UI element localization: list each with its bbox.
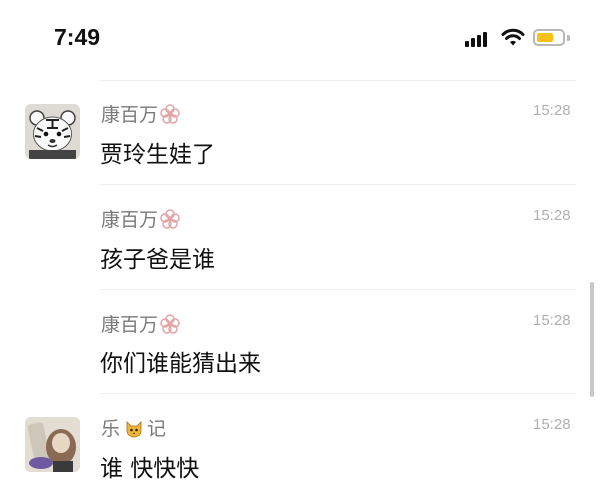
sender-name-label: 康百万 [101, 209, 159, 231]
avatar-leji[interactable] [25, 417, 80, 472]
message-text[interactable]: 你们谁能猜出来 [100, 344, 261, 378]
message-text[interactable]: 贾玲生娃了 [100, 135, 215, 169]
scrollbar[interactable] [590, 282, 594, 397]
tiger-avatar-icon [25, 104, 80, 159]
flower-badge-icon [160, 314, 180, 334]
battery-icon [533, 29, 565, 46]
divider [100, 184, 576, 185]
sender-name-label: 乐 [101, 418, 121, 440]
flower-badge-icon [160, 104, 180, 124]
message-time: 15:28 [533, 102, 571, 119]
sender-name: 乐记 [101, 414, 166, 441]
status-time: 7:49 [54, 24, 101, 50]
message-text[interactable]: 谁 快快快 [100, 449, 199, 483]
battery-cap [567, 35, 570, 41]
wifi-icon [501, 28, 525, 46]
sender-name: 康百万 [101, 205, 180, 232]
cellular-signal-icon [465, 29, 493, 47]
message-time: 15:28 [533, 416, 571, 433]
divider [100, 289, 576, 290]
cat-emoji-icon [126, 421, 142, 438]
avatar-kangbaiwan[interactable] [25, 104, 80, 159]
photo-avatar-icon [25, 417, 80, 472]
status-bar: 7:49 [0, 0, 600, 78]
sender-name-suffix: 记 [147, 418, 167, 440]
sender-name: 康百万 [101, 100, 180, 127]
divider [100, 393, 576, 394]
flower-badge-icon [160, 209, 180, 229]
divider [100, 80, 576, 81]
message-time: 15:28 [533, 207, 571, 224]
sender-name: 康百万 [101, 310, 180, 337]
sender-name-label: 康百万 [101, 314, 159, 336]
message-text[interactable]: 孩子爸是谁 [100, 240, 215, 274]
message-time: 15:28 [533, 312, 571, 329]
sender-name-label: 康百万 [101, 104, 159, 126]
